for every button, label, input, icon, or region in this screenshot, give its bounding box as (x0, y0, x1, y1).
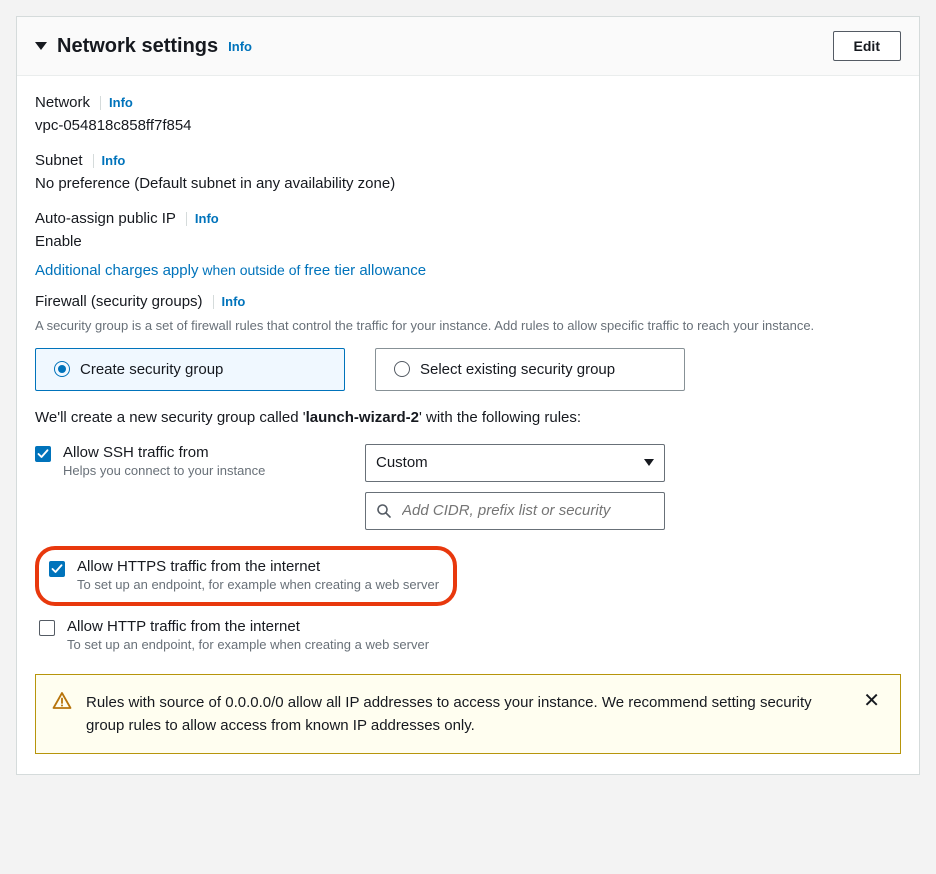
autoip-info-link[interactable]: Info (195, 211, 219, 226)
header-info-link[interactable]: Info (228, 39, 252, 54)
ssh-right: Custom (365, 444, 665, 530)
sg-name: launch-wizard-2 (306, 409, 419, 426)
free-tier-link[interactable]: free tier allowance (304, 262, 426, 279)
cidr-input-wrapper[interactable] (365, 492, 665, 530)
panel-header-left: Network settings Info (35, 35, 252, 58)
https-highlight: Allow HTTPS traffic from the internet To… (35, 546, 457, 606)
separator (93, 154, 94, 168)
allow-https-checkbox[interactable] (49, 561, 65, 577)
network-label: Network (35, 94, 90, 111)
firewall-info-link[interactable]: Info (222, 294, 246, 309)
allow-ssh-help: Helps you connect to your instance (63, 463, 265, 478)
network-settings-panel: Network settings Info Edit Network Info … (16, 16, 920, 775)
separator (213, 295, 214, 309)
cidr-input[interactable] (400, 501, 654, 520)
warning-icon (52, 691, 72, 711)
panel-header: Network settings Info Edit (17, 17, 919, 76)
radio-unselected-icon (394, 361, 410, 377)
close-icon[interactable]: ✕ (859, 691, 884, 711)
ssh-source-value: Custom (376, 454, 428, 471)
additional-charges-link[interactable]: Additional charges apply (35, 262, 198, 279)
panel-title: Network settings (57, 35, 218, 58)
sg-desc-pre: We'll create a new security group called… (35, 409, 306, 426)
sg-desc-post: ' with the following rules: (419, 409, 581, 426)
autoip-label: Auto-assign public IP (35, 210, 176, 227)
firewall-help: A security group is a set of firewall ru… (35, 316, 901, 336)
security-group-radio-row: Create security group Select existing se… (35, 348, 901, 391)
allow-http-checkbox[interactable] (39, 620, 55, 636)
alert-text: Rules with source of 0.0.0.0/0 allow all… (86, 691, 845, 738)
allow-https-label: Allow HTTPS traffic from the internet (77, 558, 439, 575)
search-icon (376, 503, 392, 519)
create-security-group-radio[interactable]: Create security group (35, 348, 345, 391)
collapse-caret-icon[interactable] (35, 42, 47, 50)
security-warning-alert: Rules with source of 0.0.0.0/0 allow all… (35, 674, 901, 755)
panel-body: Network Info vpc-054818c858ff7f854 Subne… (17, 76, 919, 774)
http-row: Allow HTTP traffic from the internet To … (35, 618, 901, 652)
charges-line: Additional charges apply when outside of… (35, 262, 901, 279)
subnet-value: No preference (Default subnet in any ava… (35, 175, 901, 192)
separator (186, 212, 187, 226)
network-info-link[interactable]: Info (109, 95, 133, 110)
subnet-field: Subnet Info No preference (Default subne… (35, 152, 901, 192)
ssh-row: Allow SSH traffic from Helps you connect… (35, 444, 901, 530)
allow-https-help: To set up an endpoint, for example when … (77, 577, 439, 592)
subnet-info-link[interactable]: Info (102, 153, 126, 168)
ssh-left: Allow SSH traffic from Helps you connect… (35, 444, 325, 486)
edit-button[interactable]: Edit (833, 31, 901, 61)
firewall-field: Firewall (security groups) Info A securi… (35, 293, 901, 336)
select-sg-label: Select existing security group (420, 361, 615, 378)
ssh-source-select[interactable]: Custom (365, 444, 665, 482)
firewall-label: Firewall (security groups) (35, 293, 203, 310)
network-value: vpc-054818c858ff7f854 (35, 117, 901, 134)
charges-mid: when outside of (198, 262, 304, 278)
separator (100, 96, 101, 110)
autoip-value: Enable (35, 233, 901, 250)
allow-http-help: To set up an endpoint, for example when … (67, 637, 429, 652)
select-existing-group-radio[interactable]: Select existing security group (375, 348, 685, 391)
network-field: Network Info vpc-054818c858ff7f854 (35, 94, 901, 134)
allow-http-label: Allow HTTP traffic from the internet (67, 618, 429, 635)
chevron-down-icon (644, 459, 654, 466)
create-sg-label: Create security group (80, 361, 223, 378)
radio-selected-icon (54, 361, 70, 377)
subnet-label: Subnet (35, 152, 83, 169)
autoip-field: Auto-assign public IP Info Enable (35, 210, 901, 250)
allow-ssh-checkbox[interactable] (35, 446, 51, 462)
allow-ssh-label: Allow SSH traffic from (63, 444, 265, 461)
sg-description: We'll create a new security group called… (35, 409, 901, 426)
